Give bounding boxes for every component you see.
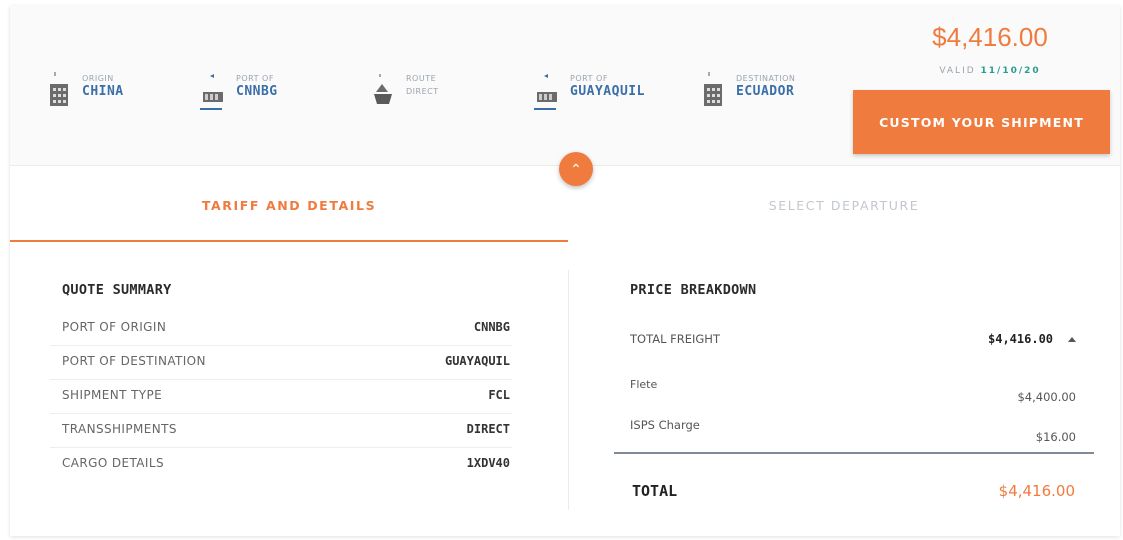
table-row: PORT OF DESTINATION GUAYAQUIL <box>50 346 512 380</box>
route-header: ORIGIN CHINA PORT OF CNNBG ROUTE DIRECT … <box>10 6 1120 166</box>
route-label: ROUTE <box>406 74 437 83</box>
tab-select-departure[interactable]: SELECT DEPARTURE <box>568 170 1120 242</box>
quote-card: ORIGIN CHINA PORT OF CNNBG ROUTE DIRECT … <box>10 6 1120 536</box>
port-underline <box>534 108 556 110</box>
quote-summary-title: QUOTE SUMMARY <box>62 282 172 298</box>
origin-value: CHINA <box>82 84 124 99</box>
port-underline <box>200 108 222 110</box>
destination-value: ECUADOR <box>736 84 795 99</box>
route-port-of-destination: PORT OF GUAYAQUIL <box>534 70 645 114</box>
row-value: GUAYAQUIL <box>444 354 510 368</box>
destination-label: DESTINATION <box>736 74 796 83</box>
line-item-label: ISPS Charge <box>630 418 700 432</box>
origin-label: ORIGIN <box>82 74 114 83</box>
row-value: CNNBG <box>473 320 510 334</box>
total-label: TOTAL <box>632 482 678 500</box>
port-icon <box>200 70 226 110</box>
line-item-label: Flete <box>630 378 658 391</box>
price-breakdown-title: PRICE BREAKDOWN <box>630 282 757 298</box>
tab-tariff-and-details[interactable]: TARIFF AND DETAILS <box>10 170 568 242</box>
building-icon <box>700 70 726 108</box>
total-freight-value[interactable]: $4,416.00 <box>988 332 1053 346</box>
row-value: DIRECT <box>466 422 510 436</box>
route-value: DIRECT <box>406 87 439 96</box>
port-origin-value: CNNBG <box>236 84 278 99</box>
route-origin: ORIGIN CHINA <box>46 70 124 114</box>
row-key: PORT OF ORIGIN <box>62 320 167 334</box>
row-key: CARGO DETAILS <box>62 456 164 470</box>
port-destination-value: GUAYAQUIL <box>570 84 645 99</box>
row-key: TRANSSHIPMENTS <box>62 422 177 436</box>
row-key: SHIPMENT TYPE <box>62 388 163 402</box>
row-value: FCL <box>488 388 510 402</box>
line-item-value: $4,400.00 <box>1017 390 1076 404</box>
route-port-of-origin: PORT OF CNNBG <box>200 70 278 114</box>
custom-shipment-button[interactable]: CUSTOM YOUR SHIPMENT <box>853 90 1110 154</box>
total-freight-label: TOTAL FREIGHT <box>630 332 720 346</box>
table-row: TRANSSHIPMENTS DIRECT <box>50 414 512 448</box>
line-item-value: $16.00 <box>1035 430 1076 444</box>
table-row: PORT OF ORIGIN CNNBG <box>50 312 512 346</box>
table-row: CARGO DETAILS 1XDV40 <box>50 448 512 482</box>
chevron-up-icon[interactable] <box>1068 337 1076 342</box>
port-icon <box>534 70 560 110</box>
valid-until: VALID 11/10/20 <box>910 66 1070 76</box>
port-destination-label: PORT OF <box>570 74 608 83</box>
route-direct: ROUTE DIRECT <box>370 70 439 114</box>
table-row: SHIPMENT TYPE FCL <box>50 380 512 414</box>
building-icon <box>46 70 72 108</box>
route-destination: DESTINATION ECUADOR <box>700 70 795 114</box>
port-origin-label: PORT OF <box>236 74 274 83</box>
row-value: 1XDV40 <box>466 456 510 470</box>
ship-icon <box>370 70 396 108</box>
valid-label: VALID <box>939 66 976 76</box>
column-divider <box>568 270 569 510</box>
quote-price: $4,416.00 <box>932 22 1048 52</box>
valid-date: 11/10/20 <box>980 66 1041 76</box>
total-value: $4,416.00 <box>998 482 1075 500</box>
total-divider <box>614 452 1094 454</box>
row-key: PORT OF DESTINATION <box>62 354 206 368</box>
